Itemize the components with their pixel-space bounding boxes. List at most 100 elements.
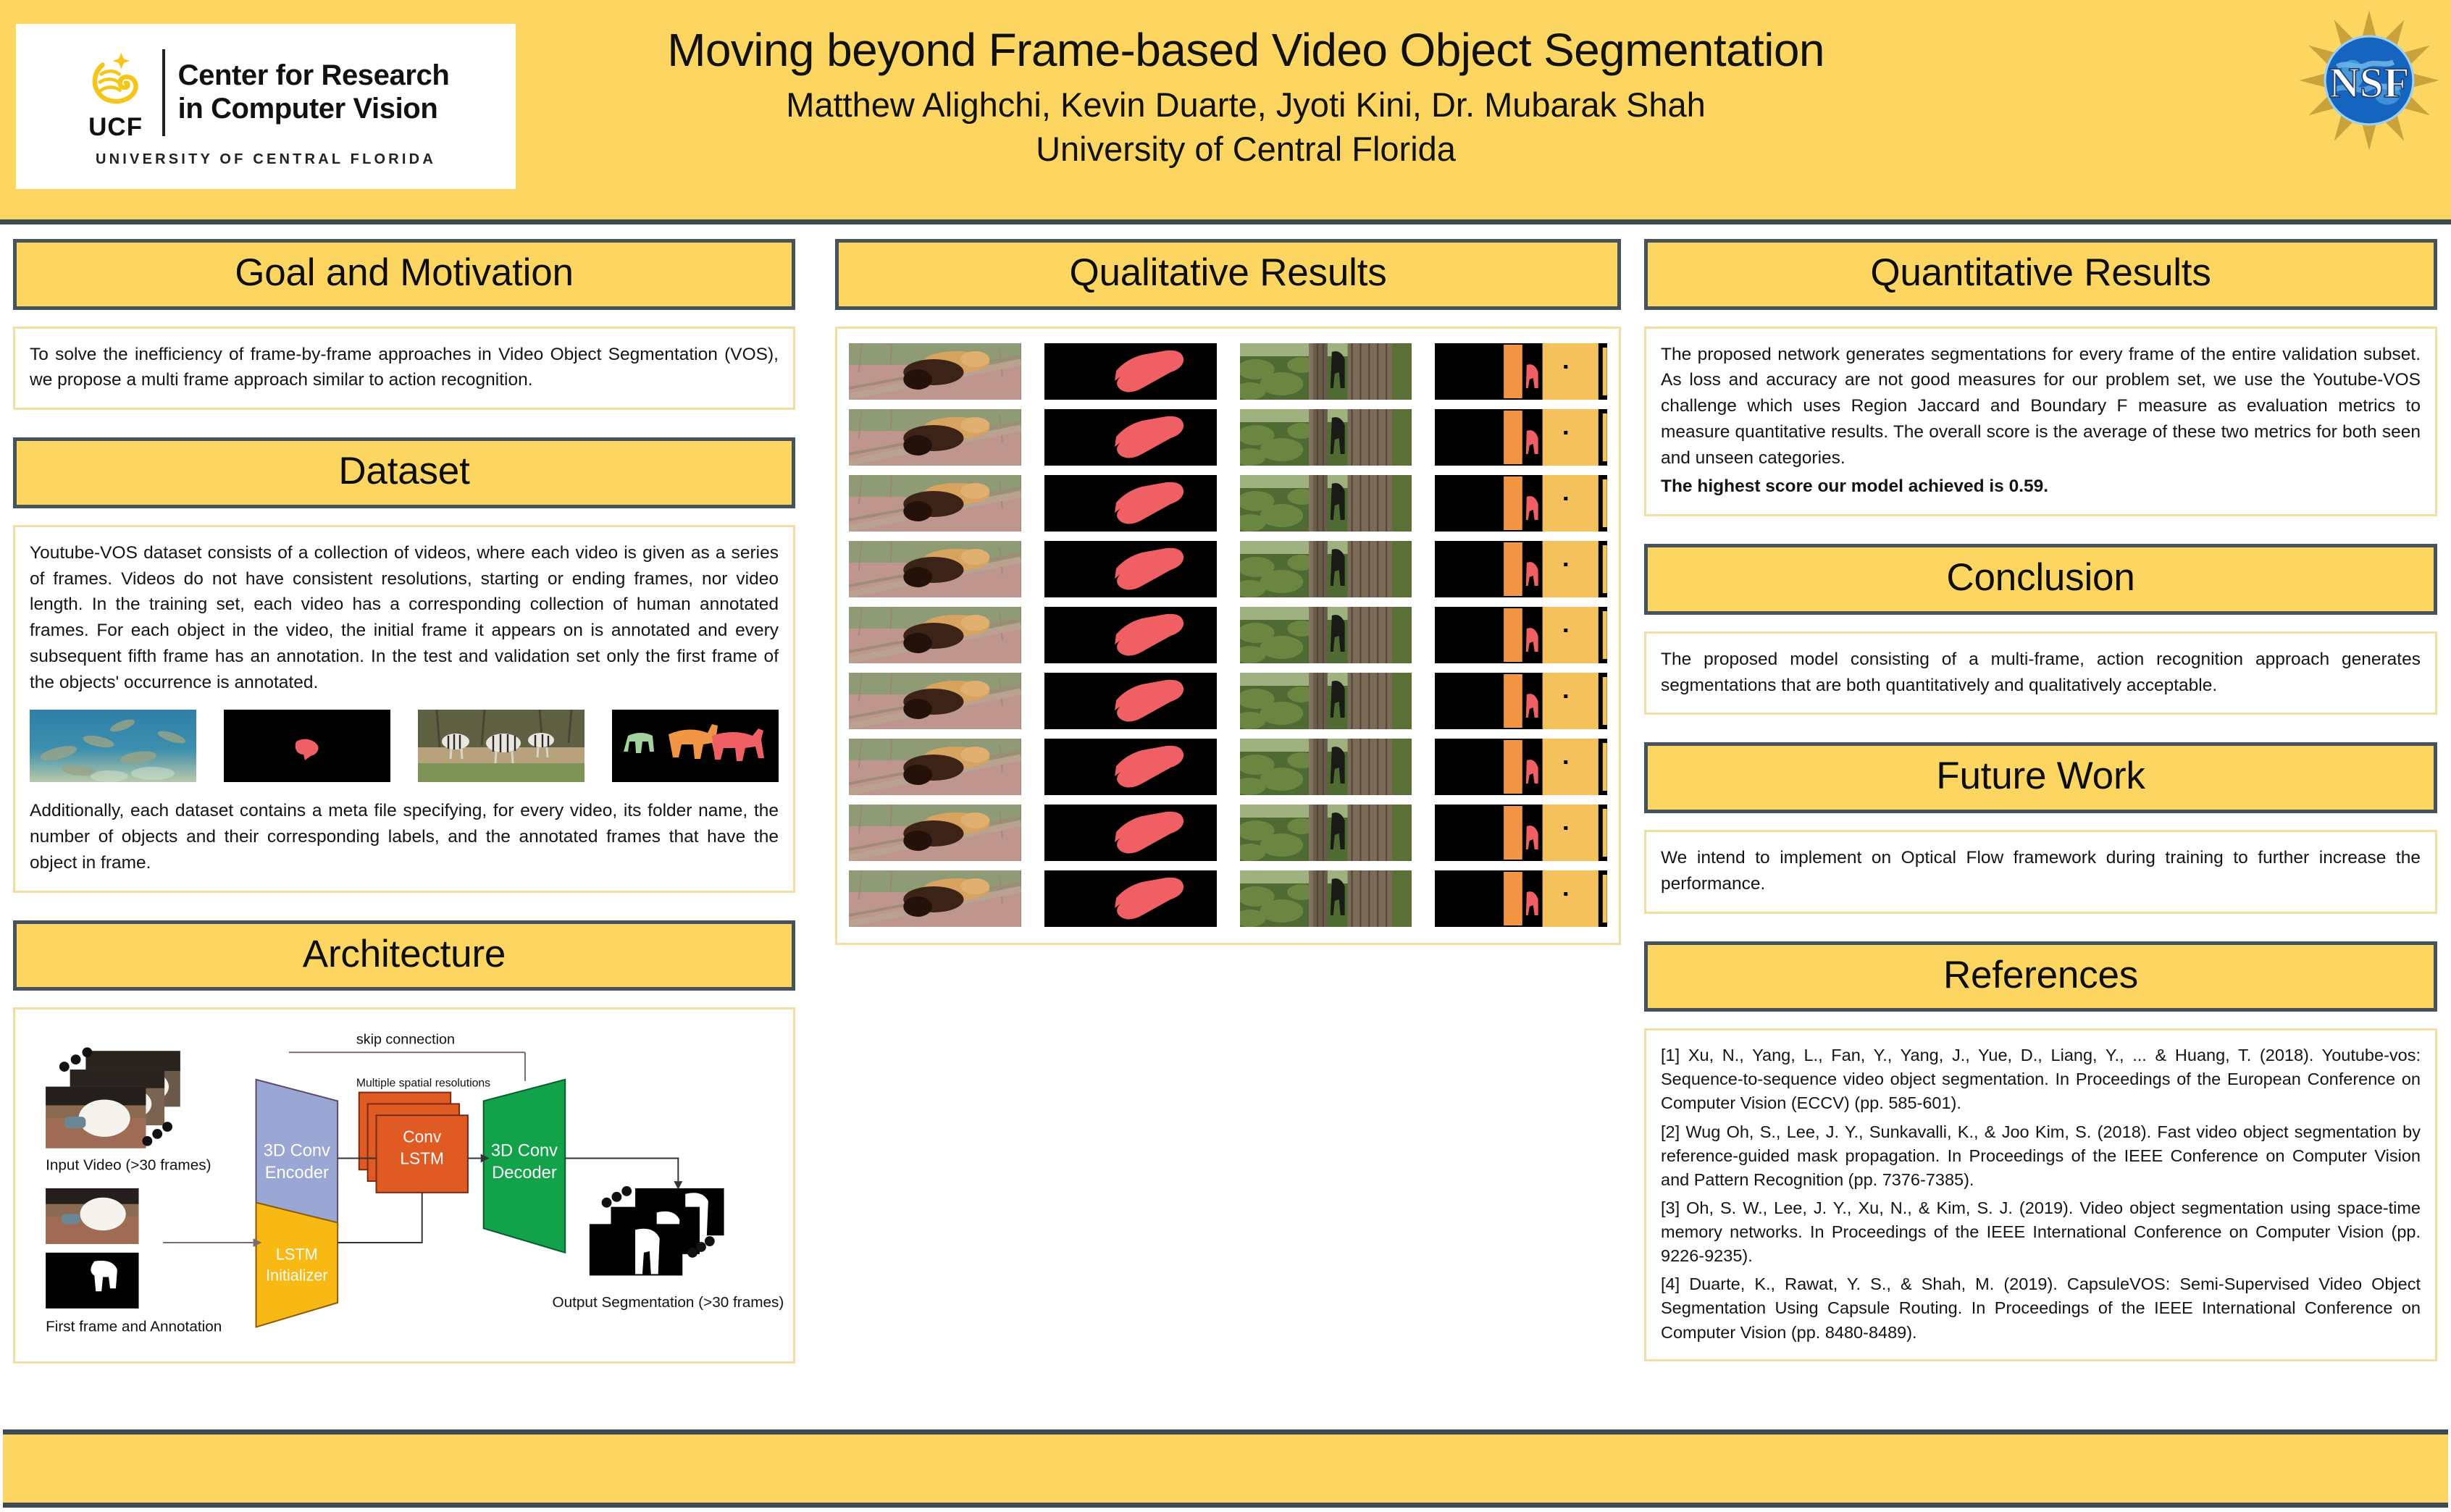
quantitative-highlight: The highest score our model achieved is … [1661,476,2049,497]
qualitative-cell-bear-mask [1044,870,1217,927]
nsf-wordmark: NSF [2329,59,2409,106]
label-encoder-2: Encoder [265,1164,329,1183]
poster-footer [3,1429,2448,1508]
nsf-logo-icon: NSF [2299,10,2439,151]
reference-item: [2] Wug Oh, S., Lee, J. Y., Sunkavalli, … [1661,1122,2421,1189]
qualitative-cell-forest-mask [1435,474,1607,532]
qualitative-cell-forest-frame [1239,870,1412,927]
references-heading: References [1943,953,2139,996]
reference-item: [3] Oh, S. W., Lee, J. Y., Xu, N., & Kim… [1661,1198,2421,1266]
section-header-future-work: Future Work [1644,742,2437,814]
future-work-heading: Future Work [1936,755,2145,798]
poster-header: UCF Center for Research in Computer Visi… [0,0,2451,224]
label-lstm-init-1: LSTM [276,1246,318,1264]
conclusion-heading: Conclusion [1946,556,2135,600]
section-body-references: [1] Xu, N., Yang, L., Fan, Y., Yang, J.,… [1644,1028,2437,1361]
qualitative-cell-forest-mask [1435,408,1607,466]
input-video-stack [46,1047,180,1148]
qualitative-cell-bear-frame [849,540,1021,597]
qualitative-heading: Qualitative Results [1069,251,1387,294]
ucf-abbrev: UCF [88,113,143,141]
qualitative-cell-bear-mask [1044,672,1217,729]
qualitative-cell-forest-frame [1239,474,1412,532]
author-list: Matthew Alighchi, Kevin Duarte, Jyoti Ki… [786,85,1706,124]
label-convlstm-1: Conv [403,1127,442,1146]
future-work-text: We intend to implement on Optical Flow f… [1661,848,2421,894]
section-header-references: References [1644,941,2437,1012]
qualitative-cell-forest-mask [1435,672,1607,729]
qualitative-cell-forest-mask [1435,804,1607,861]
label-decoder-1: 3D Conv [491,1142,558,1161]
qualitative-cell-bear-frame [849,343,1021,400]
quantitative-text: The proposed network generates segmentat… [1661,344,2421,468]
qualitative-cell-bear-mask [1044,540,1217,597]
label-encoder-1: 3D Conv [264,1142,330,1161]
section-body-quantitative: The proposed network generates segmentat… [1644,326,2437,517]
qualitative-cell-bear-frame [849,804,1021,861]
qualitative-cell-forest-frame [1239,606,1412,663]
title-block: Moving beyond Frame-based Video Object S… [536,24,1956,169]
qualitative-cell-forest-frame [1239,540,1412,597]
left-column: Goal and Motivation To solve the ineffic… [13,239,795,1364]
middle-column: Qualitative Results [835,239,1621,945]
dataset-sample-fish-mask [224,710,390,783]
qualitative-cell-forest-frame [1239,804,1412,861]
logo-divider [162,49,165,136]
qualitative-cell-bear-mask [1044,408,1217,466]
label-decoder-2: Decoder [492,1164,557,1183]
right-column: Quantitative Results The proposed networ… [1644,239,2437,1361]
pegasus-icon [92,53,138,104]
section-body-dataset: Youtube-VOS dataset consists of a collec… [13,524,795,893]
affiliation: University of Central Florida [1036,130,1456,169]
qualitative-cell-bear-frame [849,738,1021,795]
dataset-sample-fish-photo [30,710,196,783]
qualitative-cell-forest-frame [1239,343,1412,400]
section-header-goal: Goal and Motivation [13,239,795,310]
section-header-conclusion: Conclusion [1644,544,2437,615]
qualitative-cell-forest-frame [1239,738,1412,795]
ucf-logo: UCF Center for Research in Computer Visi… [16,24,516,189]
label-convlstm-2: LSTM [400,1149,444,1168]
dataset-sample-zebras-mask [612,710,779,783]
qualitative-cell-forest-mask [1435,343,1607,400]
conclusion-text: The proposed model consisting of a multi… [1661,649,2421,695]
dataset-text-1: Youtube-VOS dataset consists of a collec… [30,542,779,692]
qualitative-cell-bear-mask [1044,804,1217,861]
section-body-goal: To solve the inefficiency of frame-by-fr… [13,326,795,411]
ucf-subtitle: UNIVERSITY OF CENTRAL FLORIDA [96,151,436,167]
qualitative-cell-bear-frame [849,606,1021,663]
qualitative-results-grid [849,343,1607,927]
qualitative-cell-bear-frame [849,474,1021,532]
label-output-segmentation: Output Segmentation (>30 frames) [552,1294,784,1311]
qualitative-cell-forest-mask [1435,540,1607,597]
qualitative-cell-bear-mask [1044,474,1217,532]
qualitative-cell-bear-mask [1044,738,1217,795]
section-header-qualitative: Qualitative Results [835,239,1621,310]
qualitative-cell-forest-mask [1435,738,1607,795]
label-multi-resolution: Multiple spatial resolutions [356,1078,490,1090]
reference-item: [1] Xu, N., Yang, L., Fan, Y., Yang, J.,… [1661,1046,2421,1113]
label-lstm-init-2: Initializer [266,1267,328,1285]
dataset-sample-zebras-photo [418,710,585,783]
goal-text: To solve the inefficiency of frame-by-fr… [30,344,779,390]
page-title: Moving beyond Frame-based Video Object S… [667,24,1824,76]
section-body-future-work: We intend to implement on Optical Flow f… [1644,830,2437,914]
architecture-diagram: Input Video (>30 frames) First frame and… [13,1007,795,1364]
label-input-video: Input Video (>30 frames) [46,1157,211,1174]
dataset-heading: Dataset [338,450,470,493]
dataset-text-2: Additionally, each dataset contains a me… [30,801,779,873]
qualitative-cell-forest-mask [1435,870,1607,927]
architecture-heading: Architecture [302,932,506,975]
qualitative-results-panel [835,326,1621,945]
label-first-frame: First frame and Annotation [46,1319,222,1335]
qualitative-cell-forest-frame [1239,408,1412,466]
qualitative-cell-bear-frame [849,672,1021,729]
qualitative-cell-bear-frame [849,870,1021,927]
crcv-line2: in Computer Vision [177,92,438,125]
goal-heading: Goal and Motivation [235,251,574,294]
qualitative-cell-bear-frame [849,408,1021,466]
section-header-architecture: Architecture [13,920,795,991]
crcv-line1: Center for Research [177,59,450,91]
section-header-quantitative: Quantitative Results [1644,239,2437,310]
section-header-dataset: Dataset [13,437,795,508]
